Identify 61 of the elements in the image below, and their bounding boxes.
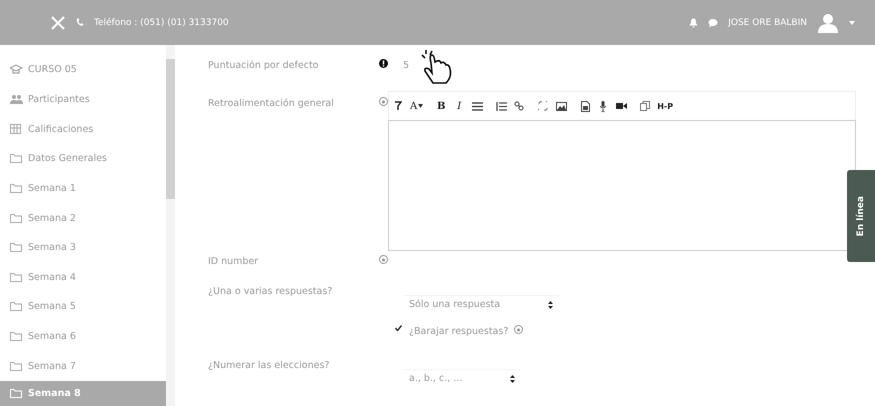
folder-icon — [10, 153, 23, 164]
h5p-button[interactable]: H-P — [654, 97, 676, 115]
folder-icon — [10, 272, 23, 283]
people-icon — [10, 94, 23, 105]
sidebar-item[interactable]: Participantes — [0, 84, 166, 114]
chat-icon — [708, 18, 718, 28]
sidebar-item[interactable]: Semana 6 — [0, 322, 166, 352]
field-label: Retroalimentación general — [208, 97, 335, 110]
online-tab[interactable]: En línea — [847, 170, 875, 262]
field-label: Puntuación por defecto — [208, 59, 320, 72]
checkbox[interactable] — [395, 325, 403, 333]
field-label: ID number — [208, 255, 260, 268]
sidebar-item[interactable]: CURSO 05 — [0, 55, 166, 85]
grades-icon — [10, 124, 23, 135]
microphone-icon — [600, 100, 606, 112]
close-icon — [50, 14, 66, 30]
font-button[interactable]: A — [407, 97, 426, 115]
course-icon — [10, 64, 23, 76]
folder-icon — [10, 301, 23, 312]
sidebar-item[interactable]: Datos Generales — [0, 144, 166, 174]
link-icon — [514, 101, 524, 111]
sidebar-item[interactable]: Semana 4 — [0, 262, 166, 292]
caret-icon — [849, 20, 855, 24]
pointing-hand-icon — [419, 49, 454, 85]
bullet-list-icon — [472, 102, 483, 110]
dropdown[interactable]: Sólo una respuesta — [403, 295, 560, 314]
field-label: ¿Numerar las elecciones? — [208, 359, 330, 372]
bell-icon — [689, 18, 698, 28]
dropdown[interactable]: a., b., c., ... — [403, 369, 522, 388]
sidebar-item[interactable]: Semana 8 — [0, 381, 166, 406]
scrollbar[interactable] — [166, 45, 175, 406]
sidebar-item[interactable]: Semana 5 — [0, 292, 166, 322]
sidebar-item[interactable]: Semana 7 — [0, 351, 166, 382]
sort-arrows-icon — [510, 374, 516, 383]
sidebar-item[interactable]: Semana 1 — [0, 174, 166, 204]
bold-button[interactable]: B — [432, 97, 450, 115]
document-icon — [580, 100, 590, 112]
folder-icon — [10, 212, 23, 224]
image-icon — [556, 102, 567, 110]
score-value: 5 — [403, 59, 410, 72]
folder-icon — [10, 360, 23, 372]
phone-icon — [76, 18, 84, 27]
folder-icon — [10, 182, 23, 194]
user-name[interactable]: JOSE ORE BALBIN — [728, 18, 807, 28]
checkmark-icon — [395, 325, 402, 332]
folder-icon — [10, 242, 23, 254]
copy-icon — [640, 101, 650, 111]
numbered-list-icon — [496, 102, 507, 110]
sidebar-item[interactable]: Semana 2 — [0, 203, 166, 233]
sort-arrows-icon — [548, 300, 554, 309]
video-camera-icon — [616, 102, 627, 110]
caret-icon — [418, 104, 424, 108]
sidebar-item[interactable]: Calificaciones — [0, 114, 166, 144]
field-label: ¿Una o varias respuestas? — [208, 285, 334, 298]
checkbox-label: ¿Barajar respuestas? — [409, 325, 508, 338]
sidebar-item[interactable]: Semana 3 — [0, 232, 166, 262]
folder-icon — [10, 331, 23, 342]
italic-button[interactable]: I — [450, 97, 468, 115]
phone-number: Teléfono : (051) (01) 3133700 — [94, 18, 229, 28]
folder-icon — [10, 388, 23, 400]
avatar-icon — [817, 12, 839, 32]
